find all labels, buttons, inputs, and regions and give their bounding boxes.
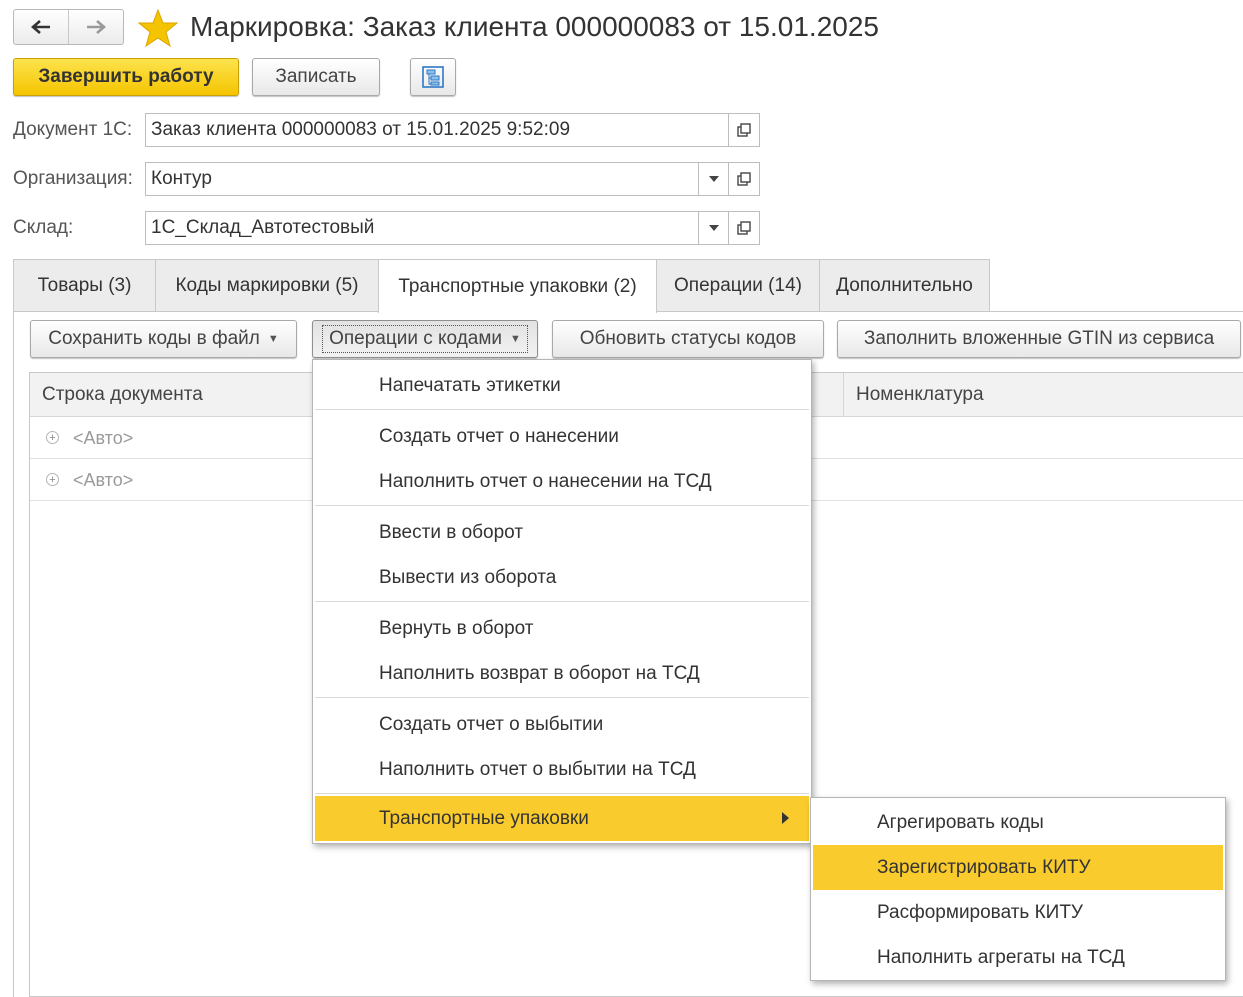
transport-packages-submenu: Агрегировать коды Зарегистрировать КИТУ …	[810, 797, 1226, 981]
tab-marking-codes[interactable]: Коды маркировки (5)	[155, 259, 379, 311]
arrow-left-icon	[31, 20, 50, 34]
menu-separator	[315, 505, 809, 506]
menu-item-put-into-circulation[interactable]: Ввести в оборот	[313, 510, 811, 555]
expand-icon[interactable]: +	[46, 431, 59, 444]
back-button[interactable]	[14, 10, 68, 44]
open-icon	[737, 221, 751, 235]
organization-label: Организация:	[13, 168, 133, 189]
open-organization-button[interactable]	[728, 162, 760, 196]
save-codes-button[interactable]: Сохранить коды в файл ▼	[30, 320, 297, 358]
menu-item-fill-return-tsd[interactable]: Наполнить возврат в оборот на ТСД	[313, 651, 811, 696]
star-icon[interactable]	[138, 8, 178, 48]
submenu-arrow-icon	[782, 812, 789, 824]
column-divider	[843, 373, 844, 417]
panel-left-border	[13, 311, 14, 997]
submenu-item-disband-kitu[interactable]: Расформировать КИТУ	[811, 890, 1225, 935]
document-field[interactable]: Заказ клиента 000000083 от 15.01.2025 9:…	[145, 113, 729, 147]
code-operations-menu: Напечатать этикетки Создать отчет о нане…	[312, 359, 812, 844]
save-button[interactable]: Записать	[252, 58, 380, 96]
menu-item-print-labels[interactable]: Напечатать этикетки	[313, 363, 811, 408]
submenu-item-aggregate-codes[interactable]: Агрегировать коды	[811, 800, 1225, 845]
document-structure-icon	[422, 66, 444, 88]
menu-separator	[315, 601, 809, 602]
open-icon	[737, 172, 751, 186]
arrow-right-icon	[87, 20, 106, 34]
open-warehouse-button[interactable]	[728, 211, 760, 245]
warehouse-field[interactable]: 1С_Склад_Автотестовый	[145, 211, 699, 245]
structure-button[interactable]	[410, 58, 456, 96]
submenu-item-register-kitu[interactable]: Зарегистрировать КИТУ	[813, 845, 1223, 890]
menu-item-withdraw-from-circulation[interactable]: Вывести из оборота	[313, 555, 811, 600]
refresh-statuses-button[interactable]: Обновить статусы кодов	[552, 320, 824, 358]
save-codes-label: Сохранить коды в файл	[48, 328, 260, 349]
row-document-line: <Авто>	[73, 470, 134, 490]
chevron-down-icon	[708, 176, 719, 182]
code-operations-button[interactable]: Операции с кодами ▼	[312, 320, 538, 358]
tab-transport-packages[interactable]: Транспортные упаковки (2)	[378, 259, 657, 313]
menu-separator	[315, 793, 809, 794]
code-operations-focus: Операции с кодами ▼	[322, 325, 528, 353]
document-label: Документ 1С:	[13, 119, 133, 140]
chevron-down-icon: ▼	[267, 333, 279, 345]
chevron-down-icon	[708, 225, 719, 231]
menu-separator	[315, 409, 809, 410]
menu-item-fill-disposal-report-tsd[interactable]: Наполнить отчет о выбытии на ТСД	[313, 747, 811, 792]
menu-separator	[315, 697, 809, 698]
submenu-item-fill-aggregates-tsd[interactable]: Наполнить агрегаты на ТСД	[811, 935, 1225, 980]
organization-field[interactable]: Контур	[145, 162, 699, 196]
open-document-button[interactable]	[728, 113, 760, 147]
code-operations-label: Операции с кодами	[329, 328, 503, 349]
column-document-line[interactable]: Строка документа	[42, 373, 203, 417]
fill-gtin-button[interactable]: Заполнить вложенные GTIN из сервиса	[837, 320, 1241, 358]
open-icon	[737, 123, 751, 137]
menu-item-transport-packages[interactable]: Транспортные упаковки	[315, 796, 809, 841]
finish-button[interactable]: Завершить работу	[13, 58, 239, 96]
navigation-buttons	[13, 9, 124, 45]
menu-item-transport-packages-label: Транспортные упаковки	[379, 808, 589, 829]
window-title: Маркировка: Заказ клиента 000000083 от 1…	[190, 11, 879, 42]
tab-goods[interactable]: Товары (3)	[13, 259, 156, 311]
tab-additional[interactable]: Дополнительно	[819, 259, 990, 311]
menu-item-fill-application-report-tsd[interactable]: Наполнить отчет о нанесении на ТСД	[313, 459, 811, 504]
tab-operations[interactable]: Операции (14)	[656, 259, 820, 311]
expand-icon[interactable]: +	[46, 473, 59, 486]
warehouse-label: Склад:	[13, 217, 74, 238]
menu-item-return-to-circulation[interactable]: Вернуть в оборот	[313, 606, 811, 651]
menu-item-create-disposal-report[interactable]: Создать отчет о выбытии	[313, 702, 811, 747]
menu-item-create-application-report[interactable]: Создать отчет о нанесении	[313, 414, 811, 459]
forward-button[interactable]	[68, 10, 123, 44]
warehouse-dropdown-button[interactable]	[698, 211, 729, 245]
organization-dropdown-button[interactable]	[698, 162, 729, 196]
chevron-down-icon: ▼	[510, 333, 521, 345]
column-nomenclature[interactable]: Номенклатура	[856, 373, 984, 417]
row-document-line: <Авто>	[73, 428, 134, 448]
